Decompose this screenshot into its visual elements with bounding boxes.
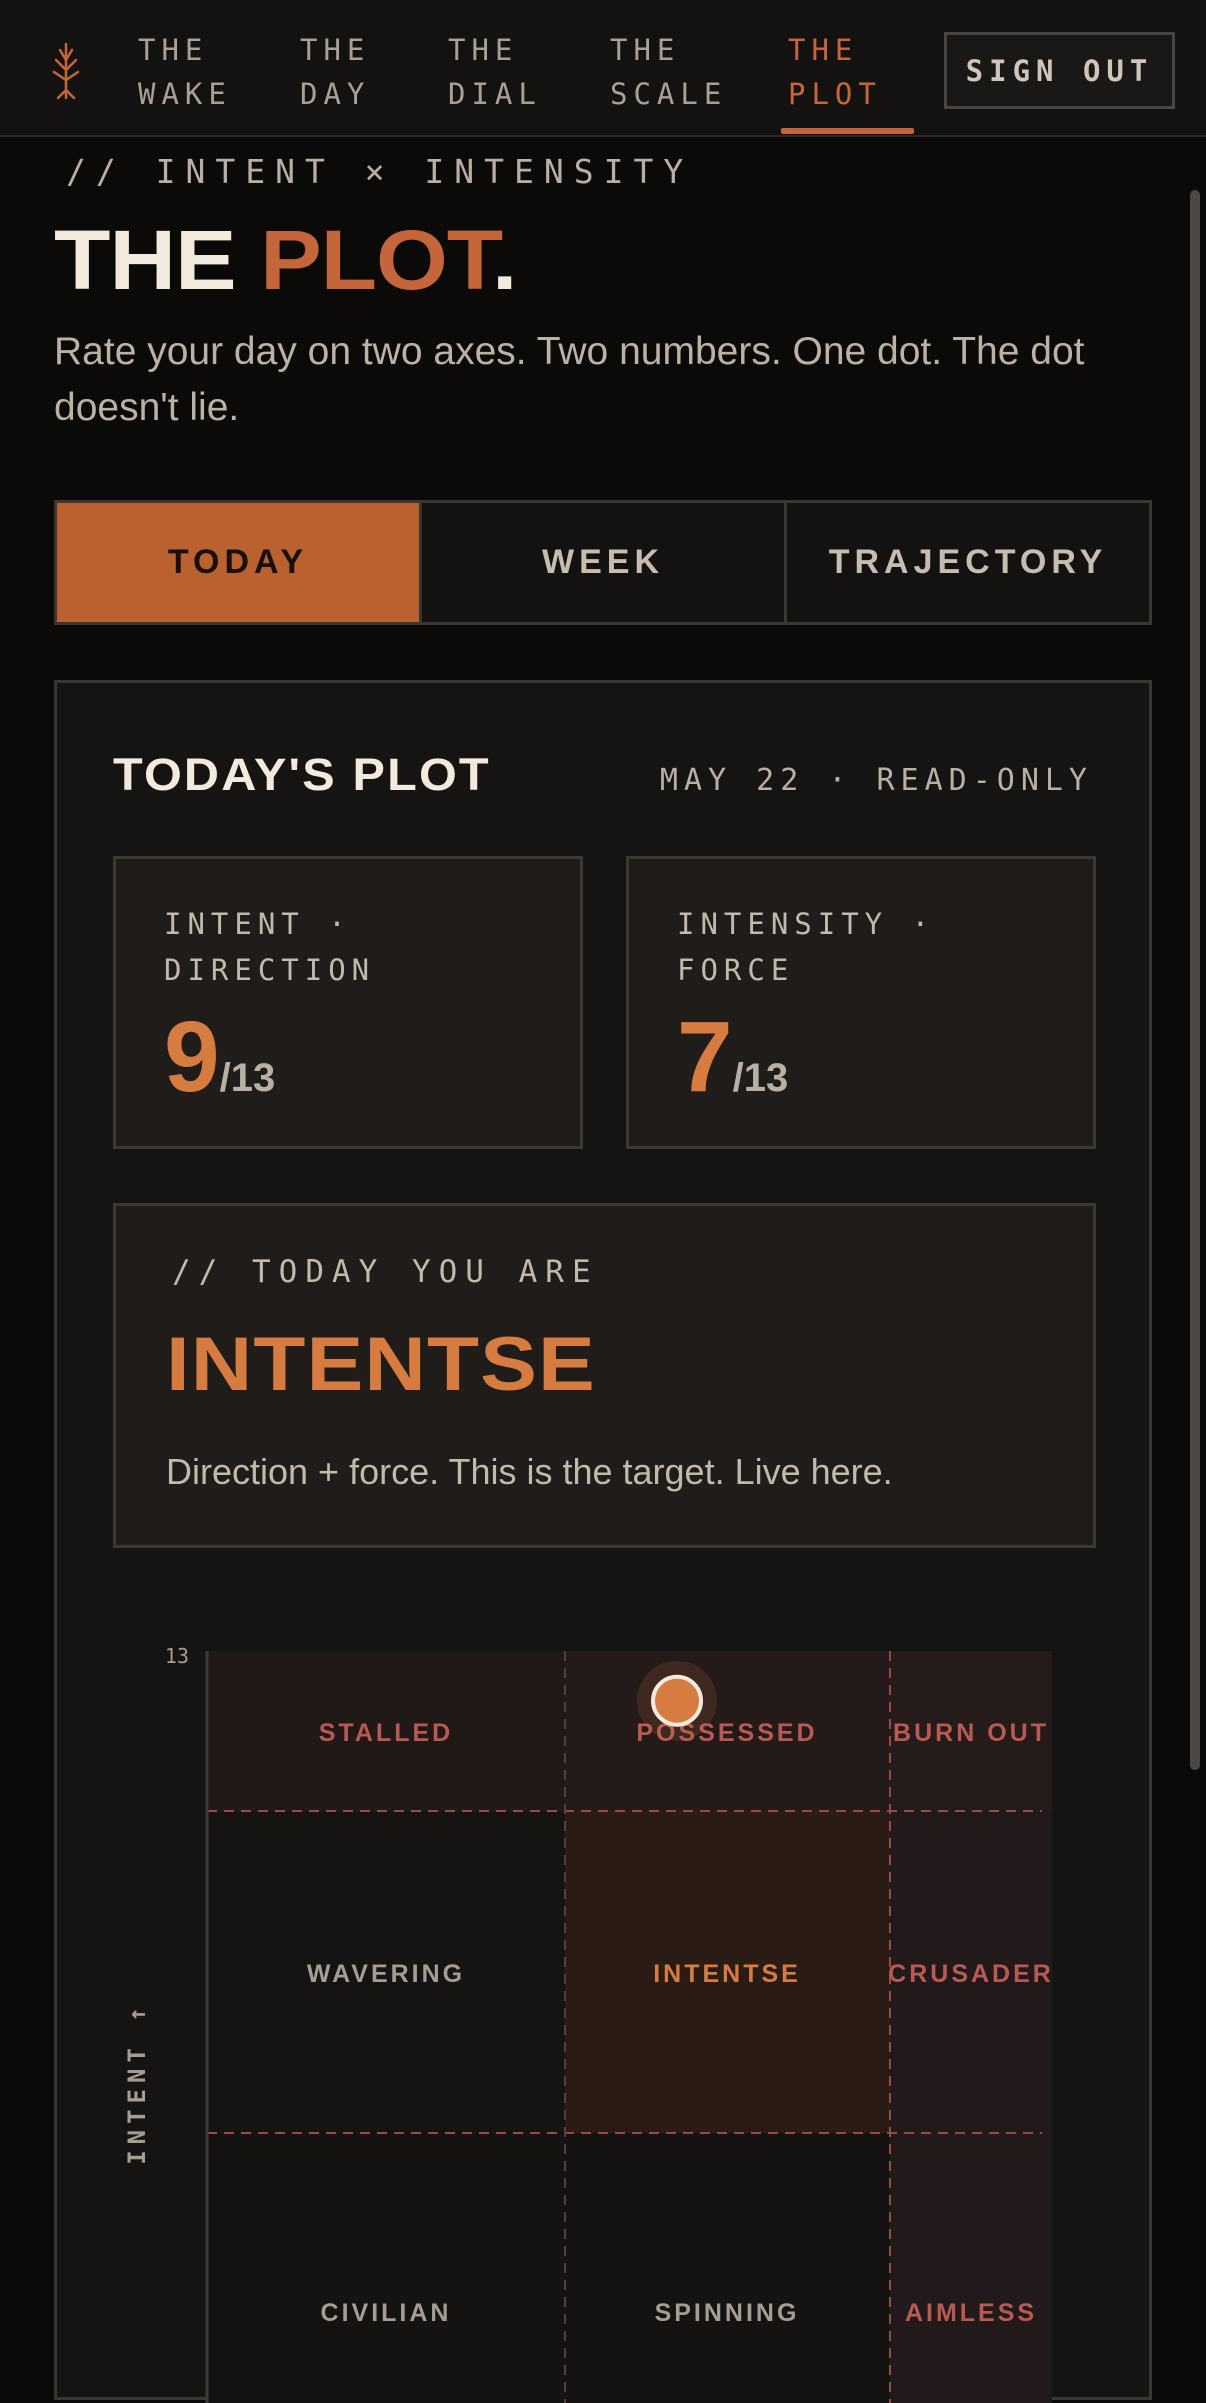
tab-trajectory[interactable]: TRAJECTORY <box>787 503 1149 622</box>
zone-bg-bot-mid <box>565 2133 890 2403</box>
nav-item-the-day[interactable]: THE DAY <box>300 28 370 116</box>
page-title: THE PLOT. <box>54 213 518 307</box>
zone-label-crusader: CRUSADER <box>888 1960 1054 1988</box>
page-kicker: // INTENT × INTENSITY <box>66 152 694 191</box>
zone-bg-bot-right <box>890 2133 1052 2403</box>
scrollbar-thumb[interactable] <box>1190 190 1200 1770</box>
nav-item-the-plot[interactable]: THE PLOT <box>788 28 882 116</box>
top-nav: THE WAKE THE DAY THE DIAL THE SCALE THE … <box>0 0 1206 137</box>
zone-label-aimless: AIMLESS <box>905 2299 1037 2327</box>
tree-icon[interactable] <box>46 40 86 100</box>
zone-bg-bot-left <box>207 2133 565 2403</box>
tab-today[interactable]: TODAY <box>57 503 422 622</box>
zone-label-intentse: INTENTSE <box>653 1960 801 1988</box>
zone-label-civilian: CIVILIAN <box>321 2299 452 2327</box>
today-plot-dot[interactable] <box>637 1660 717 1741</box>
active-nav-indicator <box>781 128 914 134</box>
zone-label-burn-out: BURN OUT <box>893 1719 1049 1747</box>
nav-item-the-dial[interactable]: THE DIAL <box>448 28 542 116</box>
sign-out-button[interactable]: SIGN OUT <box>944 32 1175 109</box>
zone-label-spinning: SPINNING <box>655 2299 800 2327</box>
y-axis-label: INTENT ↑ <box>123 2001 151 2165</box>
page-subtitle: Rate your day on two axes. Two numbers. … <box>54 330 1085 429</box>
today-dot-core <box>651 1674 703 1727</box>
view-tabs: TODAY WEEK TRAJECTORY <box>54 500 1152 625</box>
zone-label-wavering: WAVERING <box>307 1960 465 1988</box>
y-max-tick: 13 <box>165 1644 189 1668</box>
nav-item-the-scale[interactable]: THE SCALE <box>610 28 727 116</box>
tab-week[interactable]: WEEK <box>422 503 787 622</box>
intent-intensity-plot: 13 INTENT ↑ STALLED POSSESSED BURN OUT W… <box>123 1644 1054 2403</box>
zone-label-stalled: STALLED <box>319 1719 453 1747</box>
todays-plot-card: TODAY'S PLOT MAY 22 · READ-ONLY INTENT ·… <box>54 680 1152 2403</box>
nav-item-the-wake[interactable]: THE WAKE <box>138 28 232 116</box>
